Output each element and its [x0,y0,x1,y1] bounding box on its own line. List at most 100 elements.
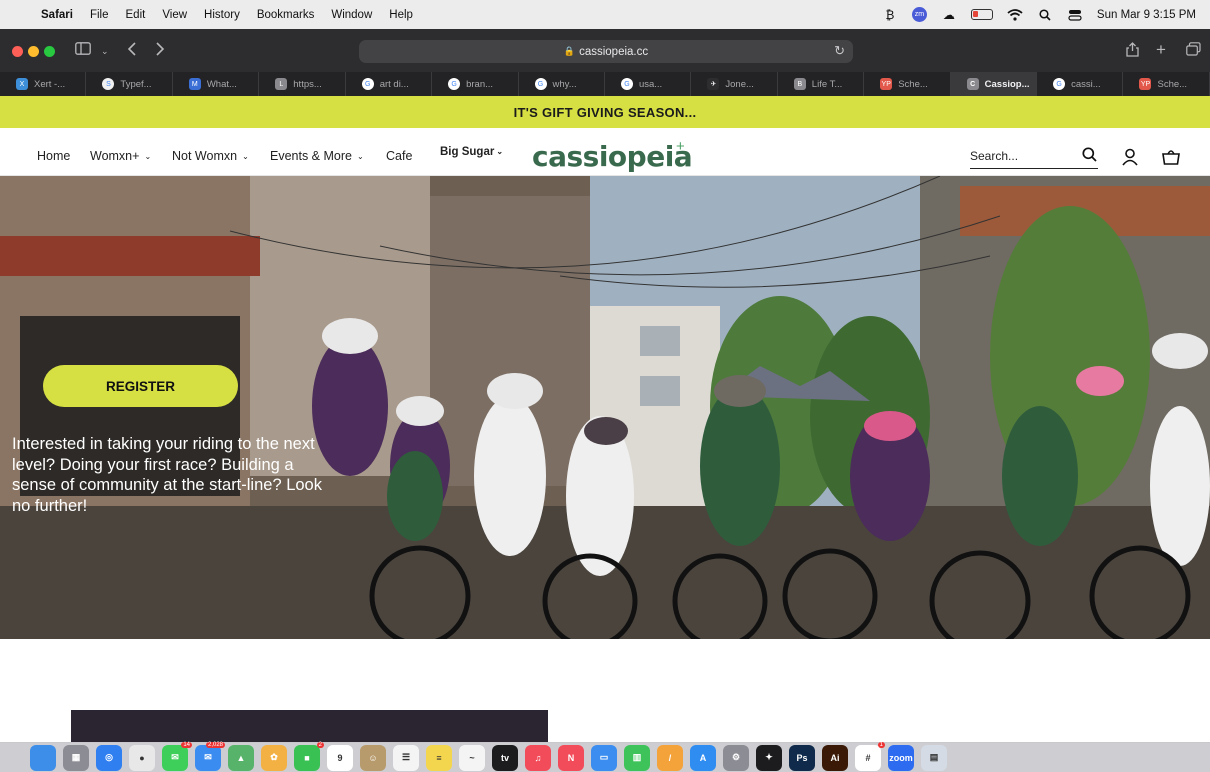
spotlight-search-icon[interactable] [1037,8,1053,22]
creative-cloud-icon[interactable]: ☁ [941,8,957,22]
share-icon[interactable] [1126,42,1139,61]
nav-cafe[interactable]: Cafe [386,149,412,163]
pages-app-icon[interactable]: / [657,744,683,771]
close-window-button[interactable] [12,46,23,57]
nav-not-womxn[interactable]: Not Womxn ⌄ [172,149,249,163]
tab-bar: X Xert -... S Typef... M What... Lhttps... … [0,72,1210,96]
zoom-status-icon[interactable]: zm [911,7,927,22]
app-store-app-icon[interactable]: A [690,744,716,771]
launchpad-app-icon[interactable]: ▦ [63,744,89,771]
zoom-app-icon[interactable]: zoom [888,744,914,771]
browser-tab[interactable]: Gbran... [432,72,519,96]
browser-tab[interactable]: ✈ Jone... [691,72,778,96]
mail-app-icon[interactable]: ✉ 2,028 [195,741,225,771]
nav-events-more[interactable]: Events & More ⌄ [270,149,364,163]
tab-group-chevron-icon[interactable]: ⌄ [101,46,109,57]
illustrator-app-icon[interactable]: Ai [822,744,848,771]
menu-edit[interactable]: Edit [126,9,146,21]
reminders-app-icon[interactable]: ☰ [393,744,419,771]
search-placeholder: Search... [970,149,1019,163]
freeform-app-icon[interactable]: ~ [459,744,485,771]
messages-app-icon[interactable]: ✉ 14 [162,741,192,771]
forward-icon[interactable] [155,42,165,60]
browser-tab[interactable]: B Life T... [778,72,865,96]
slack-app-icon[interactable]: #1 [855,741,885,771]
safari-app-icon[interactable]: ◎ [96,744,122,771]
currency-icon[interactable]: ₿ [882,8,898,22]
dock-glyph: ◎ [105,752,113,762]
announcement-text: IT'S GIFT GIVING SEASON... [513,104,697,120]
macos-menu-bar: Safari File Edit View History Bookmarks … [0,0,1210,29]
browser-tab[interactable]: Gcassi... [1037,72,1124,96]
browser-tab[interactable]: YP Sche... [1123,72,1210,96]
browser-tab[interactable]: X Xert -... [0,72,87,96]
keynote-app-icon[interactable]: ▭ [591,744,617,771]
menu-view[interactable]: View [162,9,187,21]
menu-app-name[interactable]: Safari [41,9,73,21]
tab-label: Life T... [811,78,843,90]
nav-home[interactable]: Home [37,149,70,163]
preview-app-icon[interactable]: ▤ [921,744,947,771]
wifi-icon[interactable] [1007,8,1023,22]
clock[interactable]: Sun Mar 9 3:15 PM [1097,9,1196,21]
back-icon[interactable] [127,42,137,60]
reload-icon[interactable]: ↻ [834,43,845,59]
apple-tv-app-icon[interactable]: tv [492,744,518,771]
numbers-app-icon[interactable]: ▥ [624,744,650,771]
tab-label: Typef... [120,78,152,90]
browser-tab[interactable]: M What... [173,72,260,96]
new-tab-icon[interactable]: + [1156,40,1166,60]
control-center-icon[interactable] [1067,8,1083,22]
notes-app-icon[interactable]: ≡ [426,744,452,771]
browser-tab-active[interactable]: C Cassiop... [950,72,1038,96]
battery-icon[interactable] [970,9,993,20]
dock-glyph: ▤ [929,752,939,762]
search-icon[interactable] [1082,147,1097,162]
browser-tab[interactable]: S Typef... [86,72,173,96]
menu-history[interactable]: History [204,9,240,21]
zoom-window-button[interactable] [44,46,55,57]
tab-label: Sche... [1157,78,1188,90]
calendar-app-icon[interactable]: 9 [327,744,353,771]
photoshop-app-icon[interactable]: Ps [789,744,815,771]
tab-favicon-icon: C [966,78,979,90]
search-field[interactable]: Search... [970,147,1098,169]
sidebar-toggle-icon[interactable] [75,42,91,59]
news-app-icon[interactable]: N [558,744,584,771]
chevron-down-icon: ⌄ [496,147,504,156]
menu-window[interactable]: Window [331,9,372,21]
dock-glyph: 9 [337,752,343,763]
dock-glyph: ☰ [401,752,411,762]
chrome-app-icon[interactable]: ● [129,744,155,771]
address-bar[interactable]: 🔒 cassiopeia.cc ↻ [359,40,853,63]
menu-help[interactable]: Help [389,9,413,21]
cart-icon[interactable] [1162,148,1180,166]
tab-overview-icon[interactable] [1186,42,1201,60]
browser-tab[interactable]: Gwhy... [519,72,605,96]
macos-dock: ▦ ◎ ● ✉ 14 ✉ 2,028 ▲ ✿ ■ 2 9 ☺ ☰ ≡ ~ tv ♫ N ▭ ▥ / A ⚙ ✦ Ps Ai #1 zoo… [0,741,1210,772]
facetime-app-icon[interactable]: ■ 2 [294,741,324,771]
photos-app-icon[interactable]: ✿ [261,744,287,771]
announcement-bar[interactable]: IT'S GIFT GIVING SEASON... [0,96,1210,128]
nav-big-sugar[interactable]: Big Sugar ⌄ [440,146,503,158]
nav-womxn[interactable]: Womxn+ ⌄ [90,149,151,163]
figma-app-icon[interactable]: ✦ [756,744,782,771]
register-button[interactable]: REGISTER [43,365,238,407]
tab-label: usa... [638,78,663,90]
menu-bookmarks[interactable]: Bookmarks [257,9,315,21]
account-icon[interactable] [1121,148,1139,166]
music-app-icon[interactable]: ♫ [525,744,551,771]
tab-favicon-icon: B [793,78,806,90]
finder-app-icon[interactable] [30,744,56,771]
site-logo[interactable]: cassiopeia [532,140,693,173]
contacts-app-icon[interactable]: ☺ [360,744,386,771]
browser-tab[interactable]: Gusa... [605,72,692,96]
browser-tab[interactable]: Lhttps... [259,72,346,96]
menu-file[interactable]: File [90,9,109,21]
browser-tab[interactable]: Gart di... [346,72,433,96]
system-settings-app-icon[interactable]: ⚙ [723,744,749,771]
tab-favicon-icon: X [16,78,28,90]
browser-tab[interactable]: YP Sche... [864,72,951,96]
minimize-window-button[interactable] [28,46,39,57]
maps-app-icon[interactable]: ▲ [228,744,254,771]
